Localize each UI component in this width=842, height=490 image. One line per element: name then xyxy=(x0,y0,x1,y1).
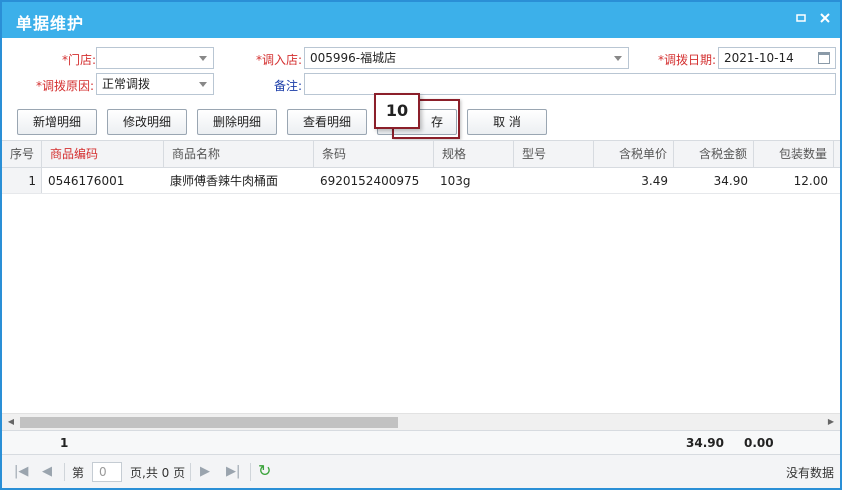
footer-pack-total: 0.00 xyxy=(744,436,774,450)
step-badge: 10 xyxy=(374,93,420,129)
chevron-down-icon xyxy=(199,82,207,87)
reason-label: *调拨原因: xyxy=(36,79,95,93)
col-header-no[interactable]: 序号 xyxy=(2,141,42,168)
in-store-select[interactable]: 005996-福城店 xyxy=(304,47,629,69)
add-detail-button[interactable]: 新增明细 xyxy=(17,109,97,135)
row-model xyxy=(514,168,594,194)
grid-footer: 1 34.90 0.00 xyxy=(2,430,840,454)
row-code: 0546176001 xyxy=(48,174,125,188)
footer-amount-total: 34.90 xyxy=(686,436,724,450)
pager-divider xyxy=(190,463,191,481)
remark-label: 备注: xyxy=(274,79,303,93)
transfer-date-value: 2021-10-14 xyxy=(724,51,794,65)
row-name: 康师傅香辣牛肉桶面 xyxy=(170,174,279,188)
reason-select[interactable]: 正常调拨 xyxy=(96,73,214,95)
col-header-barcode[interactable]: 条码 xyxy=(314,141,434,168)
pager: |◀ ◀ 第 0 页,共 0 页 ▶ ▶| ↻ 没有数据 xyxy=(2,454,840,488)
grid-header: 序号 商品编码 商品名称 条码 规格 型号 含税单价 含税金额 包装数量 xyxy=(2,140,840,168)
footer-count: 1 xyxy=(60,436,69,450)
document-maintenance-window: 单据维护 *门店: *调入店: 005996-福城店 *调拨日期: 2021-1… xyxy=(0,0,842,490)
in-store-value: 005996-福城店 xyxy=(310,51,397,65)
row-barcode: 6920152400975 xyxy=(320,174,420,188)
refresh-icon[interactable]: ↻ xyxy=(258,461,271,480)
transfer-date-label: *调拨日期: xyxy=(658,53,717,67)
calendar-icon[interactable] xyxy=(818,52,830,64)
pager-divider xyxy=(64,463,65,481)
store-select[interactable] xyxy=(96,47,214,69)
title-bar: 单据维护 xyxy=(2,2,840,38)
col-header-amount[interactable]: 含税金额 xyxy=(674,141,754,168)
scroll-left-icon[interactable]: ◀ xyxy=(4,414,18,430)
last-page-icon[interactable]: ▶| xyxy=(226,464,240,479)
col-header-model[interactable]: 型号 xyxy=(514,141,594,168)
row-spec: 103g xyxy=(440,174,471,188)
view-detail-button[interactable]: 查看明细 xyxy=(287,109,367,135)
cancel-button[interactable]: 取 消 xyxy=(467,109,547,135)
row-amount: 34.90 xyxy=(713,174,748,188)
page-label: 第 xyxy=(72,466,85,480)
pager-status: 没有数据 xyxy=(786,466,835,480)
scroll-right-icon[interactable]: ▶ xyxy=(824,414,838,430)
row-no: 1 xyxy=(28,174,36,188)
delete-detail-button[interactable]: 删除明细 xyxy=(197,109,277,135)
col-header-spec[interactable]: 规格 xyxy=(434,141,514,168)
chevron-down-icon xyxy=(199,56,207,61)
horizontal-scrollbar[interactable]: ◀ ▶ xyxy=(2,413,840,430)
table-row[interactable]: 1 0546176001 康师傅香辣牛肉桶面 6920152400975 103… xyxy=(2,168,840,194)
first-page-icon[interactable]: |◀ xyxy=(14,464,28,479)
window-title: 单据维护 xyxy=(16,14,85,33)
page-input[interactable]: 0 xyxy=(92,462,122,482)
pager-divider xyxy=(250,463,251,481)
in-store-label: *调入店: xyxy=(256,53,303,67)
store-label: *门店: xyxy=(62,53,97,67)
close-icon[interactable] xyxy=(818,13,832,27)
minimize-icon[interactable] xyxy=(794,13,808,27)
col-header-unit-price[interactable]: 含税单价 xyxy=(594,141,674,168)
page-total: 页,共 0 页 xyxy=(130,466,186,480)
next-page-icon[interactable]: ▶ xyxy=(200,464,210,479)
edit-detail-button[interactable]: 修改明细 xyxy=(107,109,187,135)
col-header-pack-qty[interactable]: 包装数量 xyxy=(754,141,834,168)
transfer-date-input[interactable]: 2021-10-14 xyxy=(718,47,836,69)
remark-input[interactable] xyxy=(304,73,836,95)
col-header-name[interactable]: 商品名称 xyxy=(164,141,314,168)
col-header-code[interactable]: 商品编码 xyxy=(42,141,164,168)
row-pack-qty: 12.00 xyxy=(793,174,828,188)
chevron-down-icon xyxy=(614,56,622,61)
prev-page-icon[interactable]: ◀ xyxy=(42,464,52,479)
reason-value: 正常调拨 xyxy=(102,77,151,91)
row-unit-price: 3.49 xyxy=(641,174,668,188)
scrollbar-thumb[interactable] xyxy=(20,417,398,428)
